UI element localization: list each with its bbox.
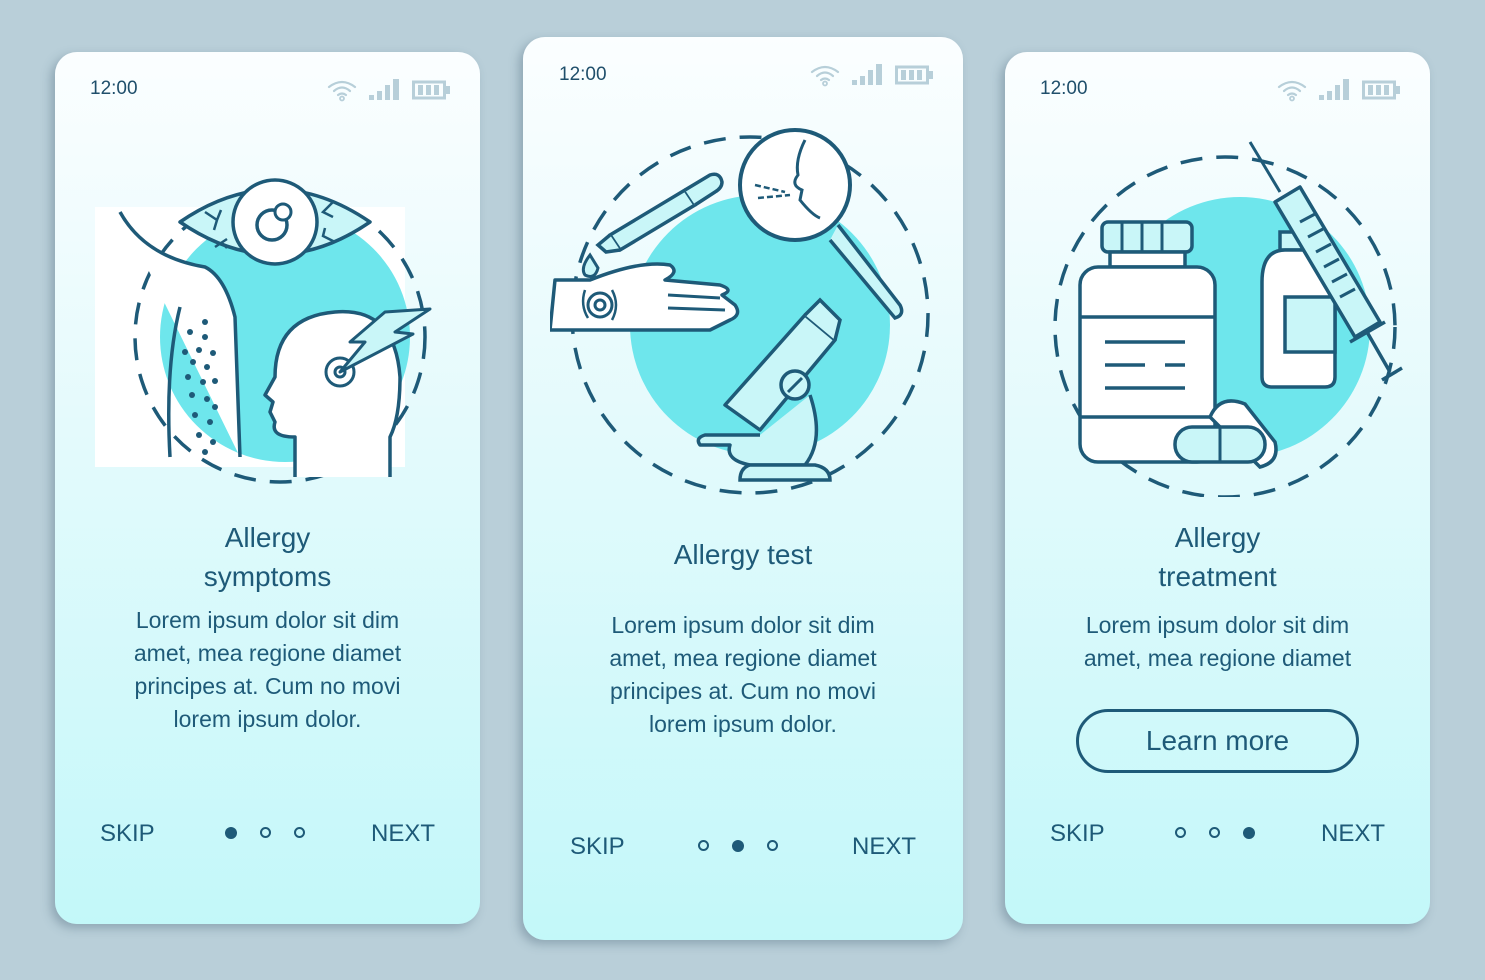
title-line: symptoms: [203, 561, 332, 592]
description-line: principes at. Cum no movi: [610, 678, 876, 704]
onboarding-screen-allergy-treatment: 12:00 Allergy treatment Lorem ipsum dolo…: [1005, 52, 1430, 924]
wifi-icon: [810, 65, 840, 87]
screen-title: Allergy treatment: [1005, 518, 1430, 596]
page-indicator: [225, 827, 305, 839]
onboarding-screen-allergy-test: 12:00 Allergy test Lorem ipsum dolor sit…: [523, 37, 963, 940]
next-button[interactable]: NEXT: [1321, 814, 1385, 854]
page-dot-1[interactable]: [698, 840, 709, 851]
screen-title: Allergy test: [523, 535, 963, 574]
status-bar: 12:00: [1005, 52, 1430, 122]
battery-icon: [1362, 80, 1400, 100]
next-button[interactable]: NEXT: [852, 827, 916, 867]
description-line: lorem ipsum dolor.: [173, 706, 362, 732]
description-line: Lorem ipsum dolor sit dim: [135, 607, 400, 633]
status-time: 12:00: [559, 64, 607, 85]
description-line: amet, mea regione diamet: [133, 640, 402, 666]
page-indicator: [1175, 827, 1255, 839]
allergy-symptoms-illustration: [95, 178, 432, 484]
page-indicator: [698, 840, 778, 852]
wifi-icon: [1277, 80, 1307, 102]
status-bar: 12:00: [55, 52, 480, 122]
next-button[interactable]: NEXT: [371, 814, 435, 854]
battery-icon: [412, 80, 450, 100]
screen-description: Lorem ipsum dolor sit dim amet, mea regi…: [1005, 609, 1430, 675]
page-dot-3[interactable]: [294, 827, 305, 838]
description-line: principes at. Cum no movi: [134, 673, 401, 699]
learn-more-button[interactable]: Learn more: [1076, 709, 1359, 773]
description-line: Lorem ipsum dolor sit dim: [1085, 612, 1350, 638]
description-line: Lorem ipsum dolor sit dim: [611, 612, 875, 638]
skip-button[interactable]: SKIP: [570, 827, 625, 867]
onboarding-nav: SKIP NEXT: [55, 814, 480, 854]
title-line: Allergy: [1174, 522, 1261, 553]
title-line: treatment: [1158, 561, 1277, 592]
title-line: Allergy: [224, 522, 311, 553]
skip-button[interactable]: SKIP: [100, 814, 155, 854]
page-dot-2-active[interactable]: [732, 840, 744, 852]
description-line: amet, mea regione diamet: [1083, 645, 1352, 671]
page-dot-3[interactable]: [767, 840, 778, 851]
signal-icon: [852, 64, 882, 85]
page-dot-1-active[interactable]: [225, 827, 237, 839]
skip-button[interactable]: SKIP: [1050, 814, 1105, 854]
description-line: lorem ipsum dolor.: [649, 711, 837, 737]
title-line: Allergy test: [673, 539, 813, 570]
page-dot-1[interactable]: [1175, 827, 1186, 838]
screen-title: Allergy symptoms: [55, 518, 480, 596]
onboarding-nav: SKIP NEXT: [523, 827, 963, 867]
onboarding-screen-allergy-symptoms: 12:00 Allergy symptoms Lorem ipsum dolor…: [55, 52, 480, 924]
allergy-treatment-illustration: [1053, 141, 1403, 497]
signal-icon: [369, 79, 399, 100]
status-time: 12:00: [1040, 78, 1088, 99]
battery-icon: [895, 65, 933, 85]
signal-icon: [1319, 79, 1349, 100]
allergy-test-illustration: [550, 128, 930, 495]
page-dot-2[interactable]: [260, 827, 271, 838]
status-time: 12:00: [90, 78, 138, 99]
wifi-icon: [327, 80, 357, 102]
screen-description: Lorem ipsum dolor sit dim amet, mea regi…: [55, 604, 480, 736]
onboarding-nav: SKIP NEXT: [1005, 814, 1430, 854]
status-bar: 12:00: [523, 37, 963, 107]
description-line: amet, mea regione diamet: [609, 645, 877, 671]
page-dot-2[interactable]: [1209, 827, 1220, 838]
page-dot-3-active[interactable]: [1243, 827, 1255, 839]
screen-description: Lorem ipsum dolor sit dim amet, mea regi…: [523, 609, 963, 741]
